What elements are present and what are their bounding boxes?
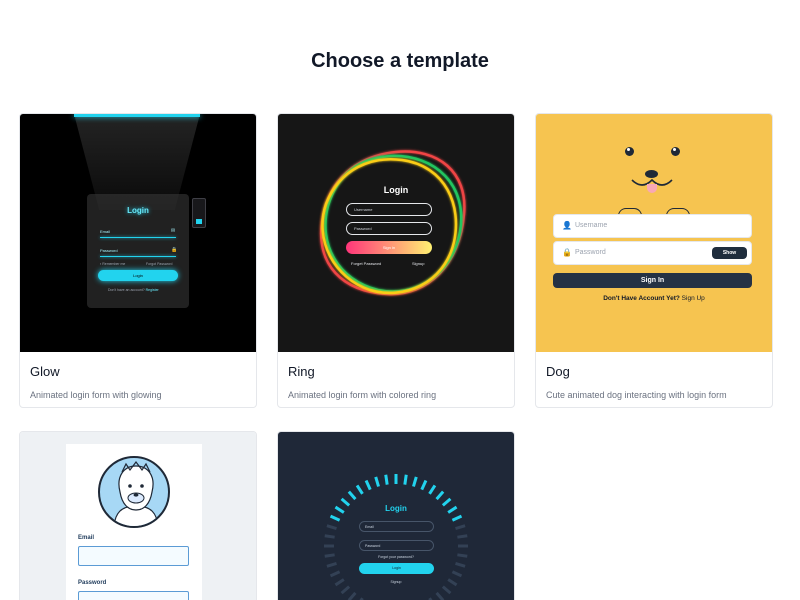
template-name: Glow [30,364,60,379]
radar-login-button: Login [359,563,434,574]
yeti-password-field [78,591,189,600]
mail-icon: ✉ [171,228,176,234]
user-icon: 👤 [562,221,572,230]
lock-icon: 🔒 [171,247,178,253]
radar-bar [420,479,428,491]
dog-left-eye [625,147,634,156]
template-description: Animated login form with glowing [30,390,162,400]
template-card-radar[interactable]: Login Email Password Forgot your passwor… [277,431,515,600]
radar-bar [428,484,437,495]
dog-preview: 👤 Username 🔒 Password Show Sign In Don't… [536,114,772,352]
radar-bar [340,585,351,595]
radar-bar [329,570,341,578]
template-card-yeti[interactable]: Email Password [19,431,257,600]
radar-bar [347,591,357,600]
radar-rings [324,474,468,600]
radar-bar [355,484,364,495]
lamp-switch [192,198,206,228]
radar-bar [457,534,468,539]
radar-bar [403,474,408,485]
ring-signin-button: Sign in [346,241,432,254]
yeti-email-label: Email [78,535,95,541]
ring-forget-link: Forget Password [351,261,382,266]
glow-password-underline [100,256,176,257]
template-card-dog[interactable]: 👤 Username 🔒 Password Show Sign In Don't… [535,113,773,408]
yeti-email-field [78,546,189,566]
glow-lamp-bar [74,114,200,117]
radar-bar [364,479,372,491]
radar-password-field: Password [359,540,434,551]
template-name: Dog [546,364,570,379]
ring-password-field: Password [346,222,432,235]
radar-login-title: Login [385,504,407,513]
dog-nose [645,170,658,178]
dog-signin-button: Sign In [553,273,752,288]
glow-forgot-label: Forgot Password [146,262,173,266]
ring-signup-link: Signup [412,261,425,266]
ring-username-field: Username [346,203,432,216]
template-name: Ring [288,364,315,379]
radar-bar [435,490,445,501]
radar-bar [324,534,335,539]
dog-username-field: 👤 Username [553,214,752,238]
glow-password-label: Password [100,248,118,253]
radar-bar [441,585,452,595]
radar-bar [384,474,389,485]
yeti-avatar [98,456,170,528]
radar-bar [326,524,337,530]
template-description: Cute animated dog interacting with login… [546,390,727,400]
radar-bar [435,591,445,600]
radar-bar [374,476,380,487]
glow-remember-label: ▪ Remember me [100,262,126,266]
glow-login-title: Login [127,206,149,215]
glow-email-label: Email [100,229,111,234]
glow-signup-text: Don't have an account? Register [108,288,159,292]
glow-preview: Login Email ✉ Password 🔒 ▪ Remember me F… [20,114,256,352]
radar-email-field: Email [359,521,434,532]
radar-bar [455,562,466,568]
page-title: Choose a template [311,50,489,72]
radar-bar [451,514,463,522]
yeti-password-label: Password [78,580,107,586]
radar-forgot-link: Forgot your password? [378,555,414,559]
glow-email-underline [100,237,176,238]
yeti-preview: Email Password [20,432,256,600]
template-card-glow[interactable]: Login Email ✉ Password 🔒 ▪ Remember me F… [19,113,257,408]
ring-preview: Login Username Password Sign in Forget P… [278,114,514,352]
radar-preview: Login Email Password Forgot your passwor… [278,432,514,600]
dog-right-eye [671,147,680,156]
radar-bar [326,562,337,568]
radar-bar [451,570,463,578]
radar-bar [329,514,341,522]
dog-password-field: 🔒 Password Show [553,241,752,265]
template-description: Animated login form with colored ring [288,390,437,400]
template-card-ring[interactable]: Login Username Password Sign in Forget P… [277,113,515,408]
lock-icon: 🔒 [562,248,572,257]
glow-login-button: Login [98,270,178,281]
radar-signup-link: Signup [390,580,402,584]
dog-account-text: Don't Have Account Yet? Sign Up [603,295,705,302]
ring-login-title: Login [383,185,409,195]
radar-bar [455,524,466,530]
dog-show-button: Show [712,247,747,259]
radar-bar [347,490,357,501]
radar-bar [412,476,418,487]
